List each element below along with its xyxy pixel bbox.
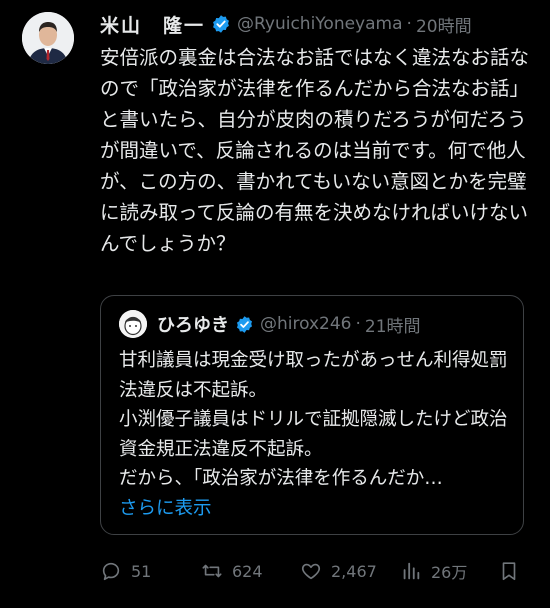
tweet-timestamp[interactable]: 20時間: [416, 12, 472, 37]
separator-dot: ·: [406, 14, 412, 34]
quoted-author-handle[interactable]: @hirox246: [260, 314, 352, 334]
tweet-header: 米山 隆一 @RyuichiYoneyama · 20時間: [100, 10, 540, 38]
verified-badge-icon: [236, 315, 253, 333]
reply-count: 51: [131, 561, 152, 581]
retweet-button[interactable]: 624: [201, 560, 300, 582]
retweet-count: 624: [232, 561, 263, 581]
bookmark-button[interactable]: [498, 560, 520, 582]
quoted-tweet[interactable]: ひろゆき @hirox246 · 21時間 甘利議員は現金受け取ったがあっせん利…: [100, 295, 524, 535]
like-button[interactable]: 2,467: [300, 560, 400, 582]
reply-icon: [102, 562, 120, 581]
like-count: 2,467: [331, 561, 377, 581]
view-count: 26万: [431, 563, 468, 582]
quoted-tweet-text: 甘利議員は現金受け取ったがあっせん利得処罰法違反は不起訴。 小渕優子議員はドリル…: [119, 346, 511, 523]
quoted-tweet-timestamp[interactable]: 21時間: [365, 312, 421, 337]
bookmark-icon: [502, 562, 516, 581]
tweet-text: 安倍派の裏金は合法なお話ではなく違法なお話なので「政治家が法律を作るんだから合法…: [100, 46, 530, 255]
retweet-icon: [202, 564, 222, 578]
quoted-author-avatar-image: [119, 310, 147, 338]
views-button[interactable]: 26万: [400, 559, 498, 583]
author-handle[interactable]: @RyuichiYoneyama: [237, 14, 403, 34]
separator-dot: ·: [355, 314, 361, 334]
quoted-tweet-line: だから、「政治家が法律を作るんだか…: [119, 468, 443, 489]
author-name[interactable]: 米山 隆一: [100, 11, 205, 38]
tweet-action-bar: 51 624 2,467 26万: [100, 553, 530, 589]
quoted-tweet-line: 小渕優子議員はドリルで証拠隠滅したけど政治資金規正法違反不起訴。: [119, 409, 508, 460]
quoted-author-name[interactable]: ひろゆき: [157, 311, 229, 337]
quoted-tweet-header: ひろゆき @hirox246 · 21時間: [119, 310, 421, 338]
author-avatar[interactable]: [22, 12, 74, 64]
views-icon: [403, 562, 420, 580]
show-more-link[interactable]: さらに表示: [119, 494, 511, 524]
quoted-author-avatar[interactable]: [119, 310, 147, 338]
heart-icon: [301, 563, 321, 580]
quoted-tweet-line: 甘利議員は現金受け取ったがあっせん利得処罰法違反は不起訴。: [119, 350, 508, 401]
author-avatar-image: [22, 12, 74, 64]
verified-badge-icon: [213, 15, 229, 33]
reply-button[interactable]: 51: [100, 560, 201, 582]
